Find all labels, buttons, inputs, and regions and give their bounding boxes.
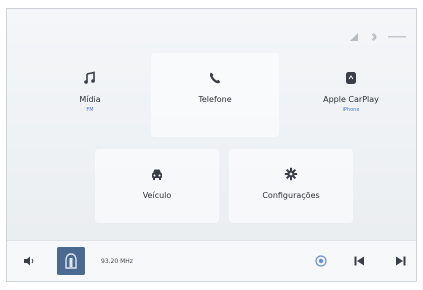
- gear-icon: [280, 163, 302, 185]
- music-note-icon: [79, 67, 101, 89]
- tile-phone-label: Telefone: [198, 95, 232, 104]
- tile-carplay-sublabel: iPhone: [342, 107, 360, 113]
- signal-icon: [348, 30, 360, 44]
- tile-vehicle[interactable]: Veículo: [95, 149, 219, 223]
- tile-settings[interactable]: Configurações: [229, 149, 353, 223]
- bottom-bar: 93.20 MHz: [7, 240, 416, 281]
- tile-vehicle-label: Veículo: [142, 191, 172, 200]
- tile-carplay[interactable]: Apple CarPlay iPhone: [291, 53, 411, 137]
- tile-settings-label: Configurações: [262, 191, 320, 200]
- next-track-icon[interactable]: [393, 253, 409, 269]
- head-unit-frame: Mídia FM Telefone Apple CarPlay iPhone V…: [0, 0, 423, 290]
- source-icon[interactable]: [313, 253, 329, 269]
- status-bar: [348, 29, 406, 45]
- tile-media-sublabel: FM: [86, 107, 94, 113]
- bluetooth-icon: [368, 30, 380, 44]
- previous-track-icon[interactable]: [351, 253, 367, 269]
- tile-carplay-label: Apple CarPlay: [323, 95, 379, 104]
- tile-phone[interactable]: Telefone: [151, 53, 279, 137]
- minus-line-icon: [388, 30, 406, 44]
- carplay-icon: [340, 67, 362, 89]
- tile-media-label: Mídia: [79, 95, 101, 104]
- radio-album-art-icon[interactable]: [57, 247, 85, 275]
- tile-media[interactable]: Mídia FM: [41, 53, 139, 137]
- phone-icon: [204, 67, 226, 89]
- radio-frequency: 93.20 MHz: [101, 257, 133, 265]
- car-icon: [146, 163, 168, 185]
- volume-icon[interactable]: [21, 253, 37, 269]
- head-unit-screen: Mídia FM Telefone Apple CarPlay iPhone V…: [6, 8, 417, 282]
